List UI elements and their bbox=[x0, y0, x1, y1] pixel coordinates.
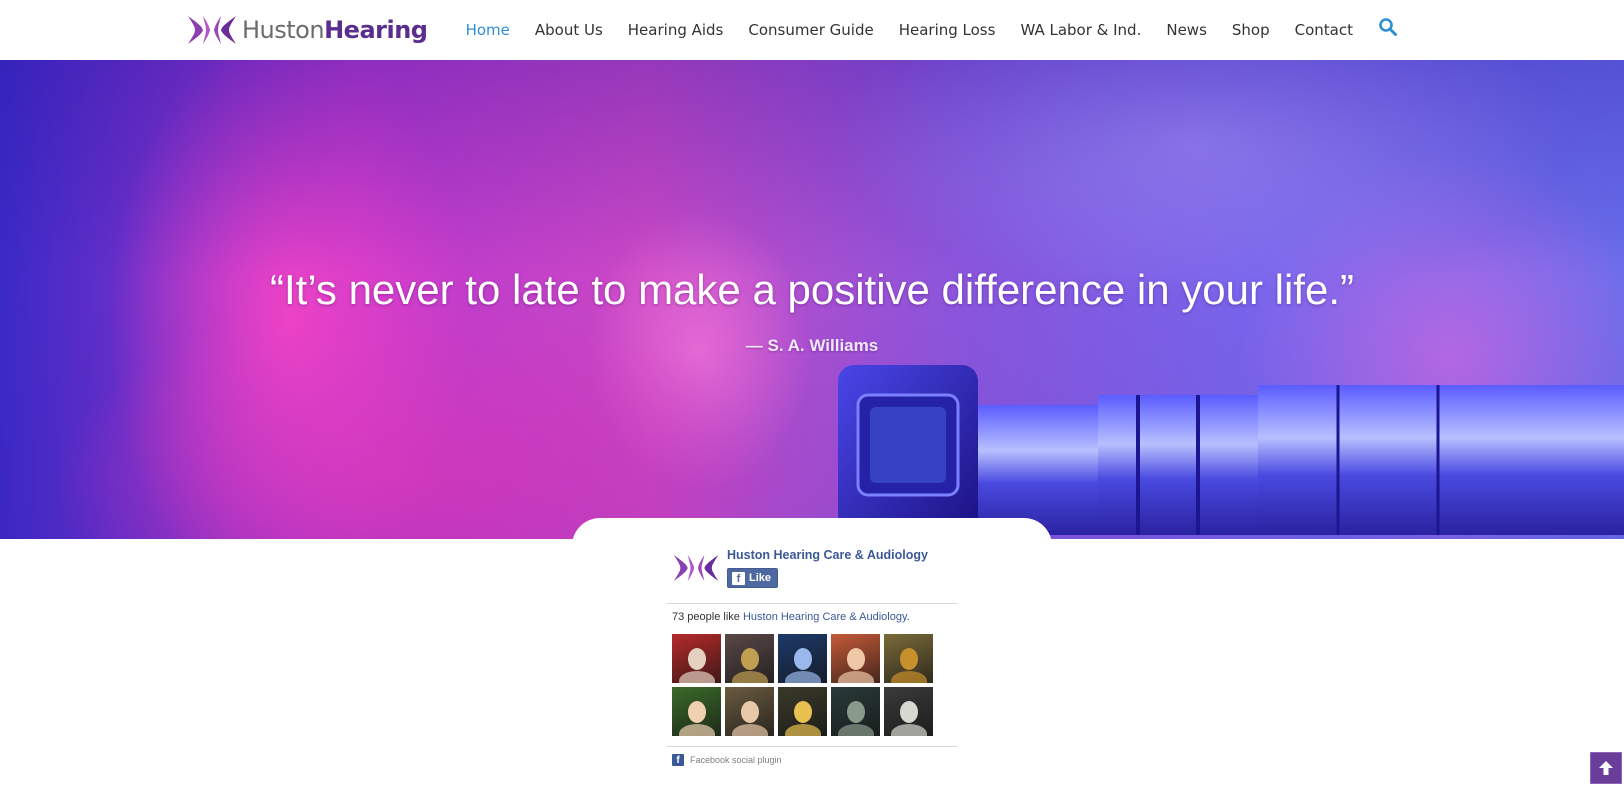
fan-photo-6[interactable] bbox=[672, 687, 721, 736]
fan-photo-head bbox=[846, 648, 865, 670]
page-logo-icon[interactable] bbox=[672, 552, 722, 584]
hero-banner: “It’s never to late to make a positive d… bbox=[0, 60, 1624, 539]
logo-text: HustonHearing bbox=[242, 16, 428, 44]
logo-text-light: Huston bbox=[242, 16, 325, 44]
logo-chevrons-icon bbox=[188, 16, 236, 44]
fan-photo-8[interactable] bbox=[778, 687, 827, 736]
fan-photo-1[interactable] bbox=[672, 634, 721, 683]
back-to-top-button[interactable] bbox=[1590, 752, 1622, 784]
nav-item-about-us[interactable]: About Us bbox=[535, 21, 603, 39]
fan-photo-3[interactable] bbox=[778, 634, 827, 683]
search-icon bbox=[1379, 18, 1397, 36]
fan-photo-body bbox=[678, 724, 715, 736]
nav-item-news[interactable]: News bbox=[1166, 21, 1207, 39]
fb-header: Huston Hearing Care & Audiology f Like bbox=[667, 541, 957, 595]
fb-footer[interactable]: f Facebook social plugin bbox=[672, 754, 782, 766]
fb-like-count: 73 people like Huston Hearing Care & Aud… bbox=[672, 611, 910, 623]
fan-photo-head bbox=[846, 701, 865, 723]
fb-page-name-link[interactable]: Huston Hearing Care & Audiology bbox=[727, 548, 928, 562]
arrow-up-icon bbox=[1599, 761, 1613, 775]
nav-item-hearing-loss[interactable]: Hearing Loss bbox=[899, 21, 996, 39]
nav-item-shop[interactable]: Shop bbox=[1232, 21, 1270, 39]
fb-count-suffix: . bbox=[906, 611, 910, 623]
nav-item-consumer-guide[interactable]: Consumer Guide bbox=[748, 21, 873, 39]
fan-photo-body bbox=[890, 671, 927, 683]
fan-photo-9[interactable] bbox=[831, 687, 880, 736]
main-nav: Home About Us Hearing Aids Consumer Guid… bbox=[441, 0, 1398, 60]
fb-count-prefix: 73 people like bbox=[672, 611, 743, 623]
nav-item-contact[interactable]: Contact bbox=[1295, 21, 1353, 39]
facebook-like-box: Huston Hearing Care & Audiology f Like 7… bbox=[667, 541, 957, 771]
facebook-icon: f bbox=[732, 571, 745, 585]
search-button[interactable] bbox=[1378, 17, 1398, 37]
fan-photo-4[interactable] bbox=[831, 634, 880, 683]
fan-photo-head bbox=[687, 648, 706, 670]
otoscope-image bbox=[838, 365, 1624, 539]
fan-photo-head bbox=[740, 648, 759, 670]
fan-photo-body bbox=[890, 724, 927, 736]
fan-photo-body bbox=[837, 671, 874, 683]
fb-divider-bottom bbox=[667, 746, 957, 747]
fan-photo-7[interactable] bbox=[725, 687, 774, 736]
fan-photo-head bbox=[793, 701, 812, 723]
facebook-icon: f bbox=[672, 754, 684, 766]
fan-photo-body bbox=[731, 724, 768, 736]
site-header: HustonHearing Home About Us Hearing Aids… bbox=[0, 0, 1624, 60]
hero-quote-author: — S. A. Williams bbox=[745, 336, 879, 355]
nav-item-wa-labor[interactable]: WA Labor & Ind. bbox=[1020, 21, 1141, 39]
fan-photo-10[interactable] bbox=[884, 687, 933, 736]
fb-like-label: Like bbox=[749, 572, 772, 584]
nav-item-home[interactable]: Home bbox=[466, 21, 510, 39]
fb-like-button[interactable]: f Like bbox=[727, 568, 779, 588]
fan-photo-body bbox=[678, 671, 715, 683]
fan-photo-head bbox=[740, 701, 759, 723]
nav-item-hearing-aids[interactable]: Hearing Aids bbox=[628, 21, 724, 39]
fan-photo-2[interactable] bbox=[725, 634, 774, 683]
hero-quote: “It’s never to late to make a positive d… bbox=[270, 266, 1354, 313]
site-logo[interactable]: HustonHearing bbox=[186, 13, 428, 47]
fan-photo-head bbox=[899, 648, 918, 670]
fan-photo-body bbox=[837, 724, 874, 736]
fan-photo-head bbox=[793, 648, 812, 670]
fan-photo-head bbox=[899, 701, 918, 723]
fb-footer-label: Facebook social plugin bbox=[690, 755, 782, 765]
fan-photo-5[interactable] bbox=[884, 634, 933, 683]
fb-count-page-link[interactable]: Huston Hearing Care & Audiology bbox=[743, 611, 907, 623]
fan-photo-body bbox=[784, 671, 821, 683]
logo-text-bold: Hearing bbox=[324, 16, 428, 44]
fan-photo-body bbox=[784, 724, 821, 736]
fan-photo-head bbox=[687, 701, 706, 723]
fb-fan-grid bbox=[672, 634, 934, 736]
fan-photo-body bbox=[731, 671, 768, 683]
fb-divider-top bbox=[667, 603, 957, 604]
